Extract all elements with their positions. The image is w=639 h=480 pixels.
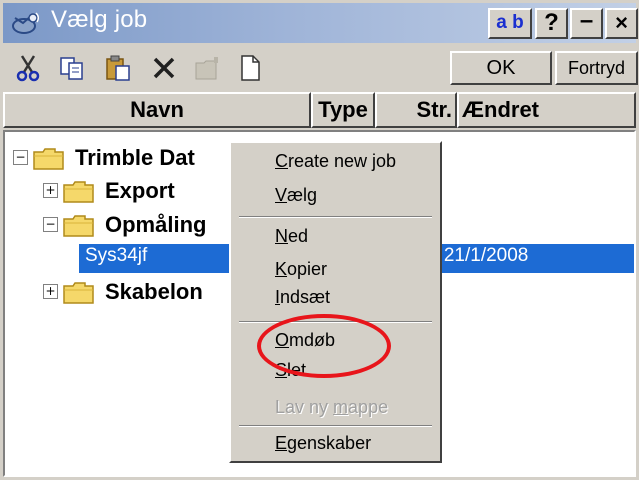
column-header-type[interactable]: Type (311, 92, 375, 128)
menu-item-label-rest: reate new job (288, 151, 397, 171)
menu-item-access-key: O (275, 330, 290, 350)
menu-item-label-rest: mdøb (289, 330, 336, 350)
close-button[interactable]: × (605, 8, 638, 39)
folder-icon (63, 181, 94, 203)
menu-item-create-new-job[interactable]: Create new job (275, 151, 396, 172)
column-header-size[interactable]: Str. (375, 92, 457, 128)
ab-label-b: b (512, 12, 524, 33)
menu-item-access-key: K (275, 259, 288, 279)
new-file-icon[interactable] (235, 53, 265, 83)
delete-icon[interactable] (149, 53, 179, 83)
toolbar: OK Fortryd (3, 46, 638, 92)
expand-toggle-icon[interactable]: − (13, 150, 28, 165)
menu-item-label-rest: ndsæt (280, 287, 331, 307)
menu-item-label-rest: let (287, 360, 307, 380)
menu-item-select[interactable]: Vælg (275, 185, 317, 206)
menu-separator (239, 425, 432, 427)
selected-job-name: Sys34jf (85, 245, 148, 266)
menu-item-label-rest: ælg (287, 185, 318, 205)
menu-separator (239, 321, 432, 323)
menu-item-paste[interactable]: Indsæt (275, 287, 330, 308)
tree-node-label: Opmåling (105, 212, 207, 237)
menu-item-label-rest: ed (288, 226, 309, 246)
window-title: Vælg job (51, 6, 148, 33)
paste-icon[interactable] (103, 53, 133, 83)
menu-item-access-key: E (275, 433, 288, 453)
menu-item-label-rest: genskaber (287, 433, 372, 453)
cancel-button[interactable]: Fortryd (555, 51, 638, 85)
help-button[interactable]: ? (535, 8, 568, 39)
selected-job-modified: b 21/1/2008 (428, 245, 529, 266)
title-bar[interactable]: Vælg job a b ? – × (3, 3, 638, 43)
cut-icon[interactable] (13, 53, 43, 83)
ab-label-a: a (496, 12, 507, 33)
folder-icon (33, 148, 64, 170)
tree-node-label: Export (105, 178, 175, 203)
column-header-name[interactable]: Navn (3, 92, 311, 128)
satellite-icon (12, 12, 40, 34)
menu-item-cut[interactable]: Ned (275, 226, 308, 247)
minimize-button[interactable]: – (570, 8, 603, 39)
menu-item-access-key: V (275, 185, 288, 205)
column-header-modified[interactable]: Ændret (457, 92, 636, 128)
ab-button[interactable]: a b (488, 8, 532, 39)
menu-item-label-rest: opier (287, 259, 328, 279)
menu-item-access-key: N (275, 226, 288, 246)
menu-item-access-key: S (275, 360, 288, 380)
folder-icon (63, 215, 94, 237)
menu-item-new-folder: Lav ny mappe (275, 397, 388, 418)
context-menu: Create new job Vælg Ned Kopier Indsæt Om… (229, 141, 442, 463)
expand-toggle-icon[interactable]: + (43, 284, 58, 299)
menu-item-copy[interactable]: Kopier (275, 259, 327, 280)
copy-icon[interactable] (57, 53, 87, 83)
menu-separator (239, 216, 432, 218)
folder-icon (63, 282, 94, 304)
expand-toggle-icon[interactable]: − (43, 217, 58, 232)
expand-toggle-icon[interactable]: + (43, 183, 58, 198)
menu-item-delete[interactable]: Slet (275, 360, 306, 381)
tree-node-label: Trimble Dat (75, 145, 195, 170)
menu-item-access-key: m (333, 397, 349, 417)
menu-item-label-prefix: Lav ny (275, 397, 334, 417)
menu-item-rename[interactable]: Omdøb (275, 330, 335, 351)
menu-item-access-key: C (275, 151, 288, 171)
tree-node-label: Skabelon (105, 279, 203, 304)
menu-item-label-rest: appe (348, 397, 389, 417)
choose-job-window: Vælg job a b ? – × OK Fortryd Navn Type … (0, 0, 639, 480)
ok-button[interactable]: OK (450, 51, 552, 85)
menu-item-properties[interactable]: Egenskaber (275, 433, 371, 454)
new-folder-icon[interactable] (193, 53, 223, 83)
